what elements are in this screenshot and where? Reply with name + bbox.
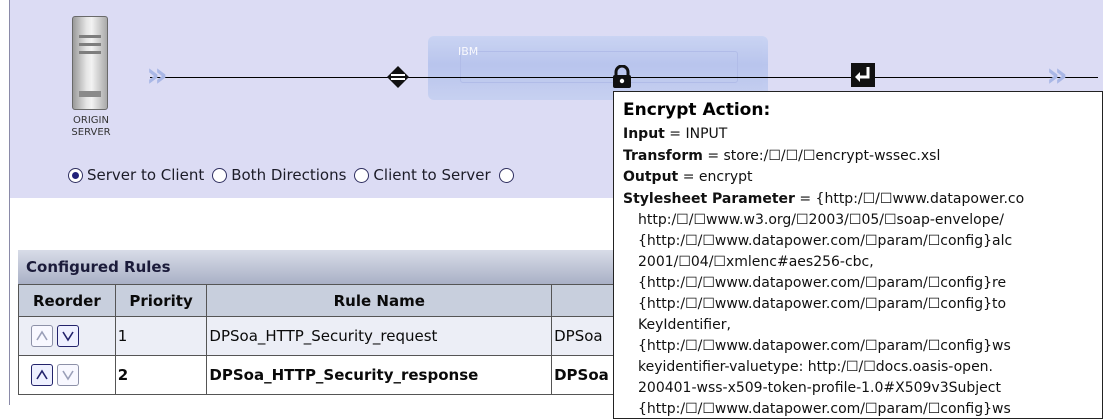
priority-cell: 2: [114, 355, 208, 395]
rule-name-cell[interactable]: DPSoa_HTTP_Security_response: [206, 355, 553, 395]
encrypt-lock-icon[interactable]: [610, 64, 634, 89]
column-priority: Priority: [114, 284, 208, 317]
appliance-badge: IBM: [458, 45, 479, 58]
direction-radio-both[interactable]: [212, 167, 228, 183]
reorder-cell: [18, 316, 116, 356]
column-reorder: Reorder: [18, 284, 116, 317]
direction-radio-extra[interactable]: [498, 167, 514, 183]
direction-label-client-to-server: Client to Server: [373, 166, 491, 184]
tooltip-param-value: 200401-wss-x509-token-profile-1.0#X509v3…: [638, 380, 1001, 396]
tooltip-param-value: keyidentifier-valuetype: http:/☐/☐docs.o…: [638, 359, 994, 375]
tooltip-param-line: Stylesheet Parameter = {http:/☐/☐www.dat…: [623, 191, 1025, 207]
encrypt-action-tooltip: Encrypt Action: Input = INPUT Transform …: [613, 91, 1103, 419]
move-up-button: [31, 325, 53, 347]
direction-label-server-to-client: Server to Client: [87, 166, 205, 184]
tooltip-param-value: {http:/☐/☐www.datapower.com/☐param/☐conf…: [638, 338, 1011, 354]
rule-name-cell[interactable]: DPSoa_HTTP_Security_request: [206, 316, 553, 356]
server-icon: [72, 16, 108, 110]
origin-server-label: ORIGIN SERVER: [71, 115, 111, 138]
origin-server: ORIGIN SERVER: [63, 16, 115, 146]
priority-cell: 1: [114, 316, 208, 356]
tooltip-param-value: KeyIdentifier,: [638, 317, 731, 333]
move-down-button[interactable]: [57, 325, 79, 347]
chevron-right-icon: »: [1046, 55, 1068, 95]
tooltip-title: Encrypt Action:: [623, 100, 771, 120]
match-action-icon[interactable]: [386, 65, 410, 89]
tooltip-param-value: {http:/☐/☐www.datapower.com/☐param/☐conf…: [638, 233, 1013, 249]
chevron-left-icon: »: [146, 55, 168, 95]
tooltip-param-value: http:/☐/☐www.w3.org/☐2003/☐05/☐soap-enve…: [638, 212, 1004, 228]
tooltip-input-line: Input = INPUT: [623, 126, 728, 142]
result-action-icon[interactable]: [851, 63, 875, 87]
direction-radio-server-to-client[interactable]: [68, 167, 83, 183]
tooltip-transform-line: Transform = store:/☐/☐/☐encrypt-wssec.xs…: [623, 148, 941, 164]
move-up-button[interactable]: [31, 364, 53, 386]
tooltip-param-value: {http:/☐/☐www.datapower.com/☐param/☐conf…: [638, 296, 1007, 312]
tooltip-output-line: Output = encrypt: [623, 169, 753, 185]
tooltip-param-value: {http:/☐/☐www.datapower.com/☐param/☐conf…: [638, 401, 1011, 417]
direction-selector: Server to Client Both Directions Client …: [64, 163, 514, 187]
tooltip-param-value: 2001/☐04/☐xmlenc#aes256-cbc,: [638, 254, 874, 270]
direction-label-both: Both Directions: [231, 166, 347, 184]
reorder-cell: [18, 355, 116, 395]
column-rule-name: Rule Name: [206, 284, 553, 317]
direction-radio-client-to-server[interactable]: [354, 167, 370, 183]
tooltip-param-value: {http:/☐/☐www.datapower.com/☐param/☐conf…: [638, 275, 1007, 291]
move-down-button: [57, 364, 79, 386]
